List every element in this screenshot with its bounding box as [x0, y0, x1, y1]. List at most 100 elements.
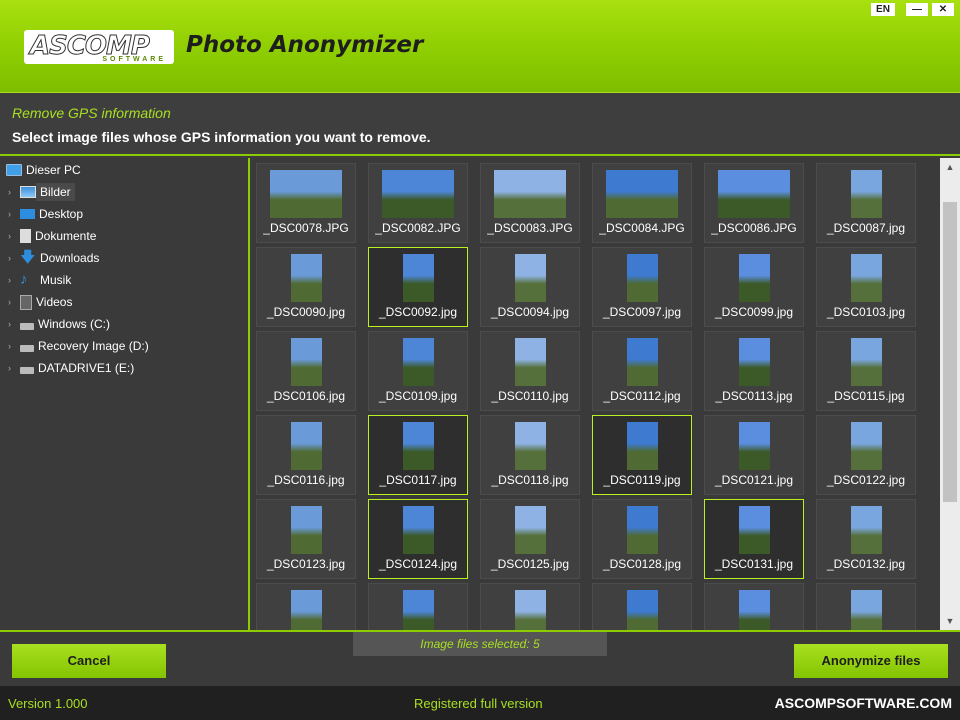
tree-item[interactable]: › ♪ Musik [8, 270, 71, 290]
expand-arrow-icon[interactable]: › [8, 231, 20, 241]
tree-item-label: Bilder [36, 183, 75, 201]
pictures-folder-icon [20, 186, 36, 198]
image-thumbnail[interactable]: _DSC0083.JPG [480, 163, 580, 243]
expand-arrow-icon[interactable]: › [8, 275, 20, 285]
image-thumbnail[interactable]: _DSC0099.jpg [704, 247, 804, 327]
file-name: _DSC0125.jpg [490, 557, 570, 571]
drive-icon [20, 322, 34, 330]
file-name: _DSC0122.jpg [826, 473, 906, 487]
image-thumbnail[interactable]: _DSC0122.jpg [816, 415, 916, 495]
photo-preview [515, 506, 546, 554]
tree-item[interactable]: › 🡇 Downloads [8, 248, 99, 268]
photo-preview [515, 254, 546, 302]
drive-icon [20, 344, 34, 352]
cancel-button[interactable]: Cancel [12, 644, 166, 678]
tree-item[interactable]: › Windows (C:) [8, 314, 110, 334]
expand-arrow-icon[interactable]: › [8, 341, 20, 351]
ascomp-logo: ASCOMP SOFTWARE [24, 30, 174, 64]
file-name: _DSC0112.jpg [603, 389, 681, 403]
file-name: _DSC0078.JPG [263, 221, 349, 235]
scroll-up-icon[interactable]: ▲ [940, 158, 960, 176]
anonymize-files-button[interactable]: Anonymize files [794, 644, 948, 678]
photo-preview [403, 254, 434, 302]
image-thumbnail[interactable]: _DSC0118.jpg [480, 415, 580, 495]
image-thumbnail[interactable] [592, 583, 692, 630]
tree-item[interactable]: › Bilder [8, 182, 75, 202]
image-thumbnail[interactable]: _DSC0123.jpg [256, 499, 356, 579]
close-button[interactable]: ✕ [932, 3, 954, 16]
photo-preview [851, 170, 882, 218]
image-thumbnail[interactable]: _DSC0110.jpg [480, 331, 580, 411]
expand-arrow-icon[interactable]: › [8, 297, 20, 307]
tree-item-label: Recovery Image (D:) [38, 339, 149, 353]
image-thumbnail[interactable]: _DSC0097.jpg [592, 247, 692, 327]
image-thumbnail[interactable]: _DSC0116.jpg [256, 415, 356, 495]
image-thumbnail[interactable]: _DSC0125.jpg [480, 499, 580, 579]
image-thumbnail[interactable]: _DSC0092.jpg [368, 247, 468, 327]
registration-label: Registered full version [414, 696, 543, 711]
photo-preview [851, 338, 882, 386]
image-thumbnail[interactable]: _DSC0086.JPG [704, 163, 804, 243]
tree-item[interactable]: › Videos [8, 292, 72, 312]
file-name: _DSC0116.jpg [267, 473, 345, 487]
image-thumbnail[interactable] [704, 583, 804, 630]
photo-preview [403, 422, 434, 470]
image-thumbnail[interactable] [368, 583, 468, 630]
tree-item[interactable]: › Recovery Image (D:) [8, 336, 149, 356]
scroll-down-icon[interactable]: ▼ [940, 612, 960, 630]
scroll-thumb[interactable] [943, 202, 957, 502]
image-thumbnail[interactable]: _DSC0128.jpg [592, 499, 692, 579]
image-thumbnail[interactable]: _DSC0117.jpg [368, 415, 468, 495]
file-name: _DSC0086.JPG [711, 221, 797, 235]
photo-preview [403, 506, 434, 554]
photo-preview [291, 506, 322, 554]
desktop-folder-icon [20, 209, 35, 219]
image-thumbnail[interactable]: _DSC0115.jpg [816, 331, 916, 411]
image-thumbnail[interactable] [256, 583, 356, 630]
minimize-button[interactable]: — [906, 3, 928, 16]
image-thumbnail[interactable]: _DSC0124.jpg [368, 499, 468, 579]
photo-preview [851, 254, 882, 302]
instruction-panel: Remove GPS information Select image file… [0, 92, 960, 156]
image-thumbnail[interactable]: _DSC0119.jpg [592, 415, 692, 495]
photo-preview [382, 170, 454, 218]
tree-root-label: Dieser PC [26, 163, 81, 177]
image-thumbnail[interactable]: _DSC0106.jpg [256, 331, 356, 411]
image-thumbnail[interactable]: _DSC0084.JPG [592, 163, 692, 243]
image-thumbnail[interactable]: _DSC0112.jpg [592, 331, 692, 411]
tree-item[interactable]: › Dokumente [8, 226, 96, 246]
tree-item-label: Desktop [39, 207, 84, 221]
image-thumbnail[interactable]: _DSC0078.JPG [256, 163, 356, 243]
language-button[interactable]: EN [871, 3, 895, 16]
image-thumbnail[interactable]: _DSC0087.jpg [816, 163, 916, 243]
image-thumbnail[interactable]: _DSC0082.JPG [368, 163, 468, 243]
image-thumbnail[interactable] [480, 583, 580, 630]
app-title: Photo Anonymizer [186, 32, 424, 58]
tree-item[interactable]: › DATADRIVE1 (E:) [8, 358, 134, 378]
file-name: _DSC0092.jpg [378, 305, 458, 319]
image-thumbnail[interactable]: _DSC0109.jpg [368, 331, 468, 411]
expand-arrow-icon[interactable]: › [8, 187, 20, 197]
photo-preview [627, 338, 658, 386]
tree-item[interactable]: › Desktop [8, 204, 83, 224]
expand-arrow-icon[interactable]: › [8, 253, 20, 263]
file-name: _DSC0094.jpg [490, 305, 570, 319]
image-thumbnail[interactable]: _DSC0132.jpg [816, 499, 916, 579]
image-thumbnail[interactable]: _DSC0131.jpg [704, 499, 804, 579]
image-thumbnail[interactable]: _DSC0090.jpg [256, 247, 356, 327]
image-thumbnail[interactable]: _DSC0094.jpg [480, 247, 580, 327]
expand-arrow-icon[interactable]: › [8, 319, 20, 329]
image-thumbnail[interactable]: _DSC0103.jpg [816, 247, 916, 327]
website-link[interactable]: ASCOMPSOFTWARE.COM [775, 695, 952, 711]
tree-root-this-pc[interactable]: Dieser PC [6, 160, 81, 180]
expand-arrow-icon[interactable]: › [8, 209, 20, 219]
image-thumbnail[interactable]: _DSC0121.jpg [704, 415, 804, 495]
photo-preview [739, 506, 770, 554]
image-thumbnail[interactable] [816, 583, 916, 630]
photo-preview [403, 338, 434, 386]
photo-preview [739, 254, 770, 302]
photo-preview [739, 338, 770, 386]
expand-arrow-icon[interactable]: › [8, 363, 20, 373]
image-thumbnail[interactable]: _DSC0113.jpg [704, 331, 804, 411]
grid-scrollbar[interactable]: ▲ ▼ [940, 158, 960, 630]
